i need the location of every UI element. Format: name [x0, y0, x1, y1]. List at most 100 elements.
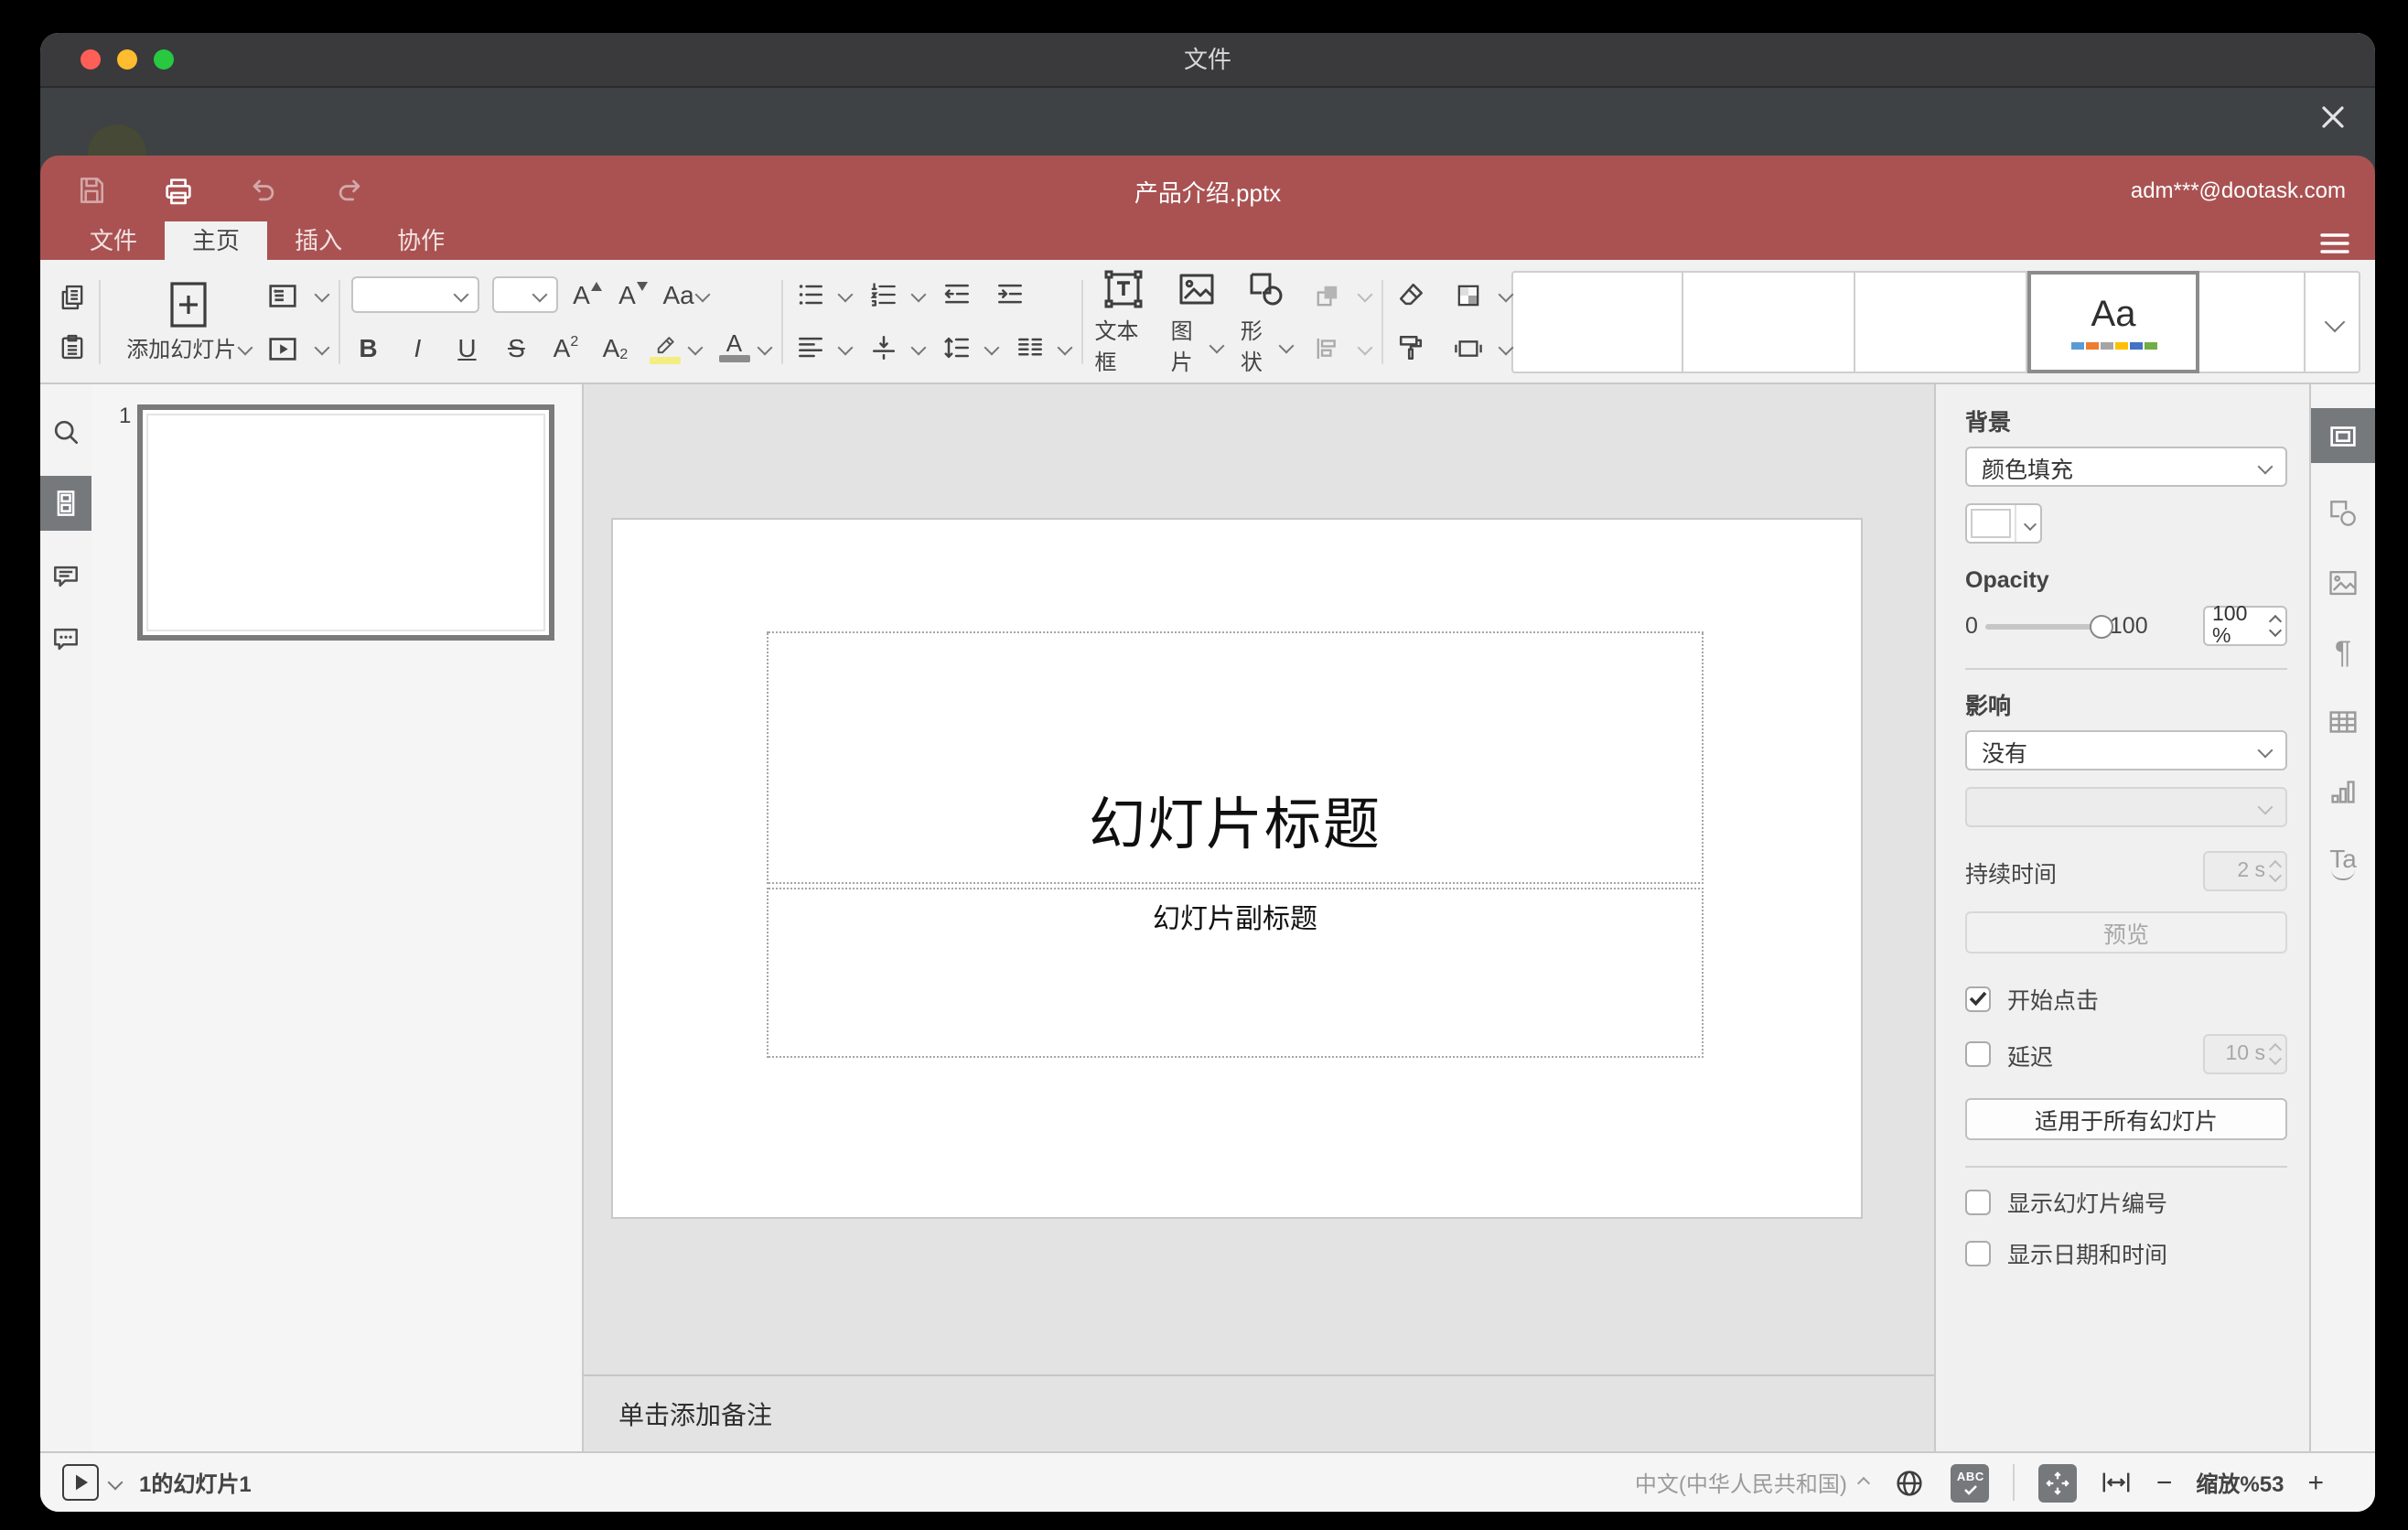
chevron-down-icon[interactable]: [1357, 339, 1373, 356]
duration-spinner[interactable]: 2 s: [2203, 851, 2287, 891]
chevron-down-icon[interactable]: [1357, 286, 1373, 303]
comments-button[interactable]: [49, 560, 82, 593]
align-shape-button[interactable]: [1310, 328, 1343, 368]
slide-settings-button[interactable]: [2311, 408, 2375, 463]
search-button[interactable]: [49, 415, 82, 448]
copy-style-button[interactable]: [1394, 328, 1427, 368]
start-on-click-checkbox[interactable]: [1965, 986, 1991, 1011]
show-datetime-checkbox[interactable]: [1965, 1240, 1991, 1266]
decrease-indent-button[interactable]: [941, 275, 973, 315]
slide[interactable]: 幻灯片标题 幻灯片副标题: [611, 518, 1863, 1219]
add-slide-button[interactable]: 添加幻灯片: [112, 279, 265, 363]
chat-button[interactable]: [49, 622, 82, 655]
set-language-button[interactable]: [1893, 1465, 1928, 1500]
change-case-button[interactable]: Aa: [662, 275, 712, 315]
underline-button[interactable]: U: [450, 328, 483, 368]
theme-item[interactable]: [1683, 270, 1855, 372]
columns-button[interactable]: [1014, 328, 1047, 368]
delay-spinner[interactable]: 10 s: [2203, 1034, 2287, 1074]
start-preview-button[interactable]: [62, 1464, 99, 1501]
fit-slide-button[interactable]: [2038, 1463, 2078, 1502]
clear-style-button[interactable]: [1394, 275, 1427, 315]
shape-settings-button[interactable]: [2326, 492, 2360, 533]
effect-type-select[interactable]: [1965, 787, 2287, 827]
numbered-list-button[interactable]: [867, 275, 900, 315]
chevron-down-icon[interactable]: [757, 339, 773, 356]
increase-indent-button[interactable]: [994, 275, 1027, 315]
chevron-down-icon[interactable]: [314, 339, 330, 356]
bullet-list-button[interactable]: [794, 275, 827, 315]
redo-button[interactable]: [331, 172, 368, 209]
insert-shape-button[interactable]: 形状: [1241, 266, 1295, 376]
font-name-select[interactable]: [351, 276, 480, 313]
theme-item[interactable]: [1855, 270, 2027, 372]
fill-color-picker[interactable]: [1965, 503, 2042, 544]
opacity-spinner[interactable]: 100 %: [2203, 604, 2287, 648]
font-size-select[interactable]: [492, 276, 559, 313]
effect-select[interactable]: 没有: [1965, 730, 2287, 770]
notes-area[interactable]: 单击添加备注: [584, 1374, 1934, 1451]
chevron-down-icon[interactable]: [837, 339, 854, 356]
tab-collaboration[interactable]: 协作: [370, 221, 472, 260]
paste-button[interactable]: [55, 326, 88, 366]
horizontal-align-button[interactable]: [794, 328, 827, 368]
theme-item-selected[interactable]: Aa: [2027, 270, 2199, 372]
language-select[interactable]: 中文(中华人民共和国): [1635, 1467, 1871, 1498]
spellcheck-button[interactable]: ABC: [1951, 1463, 1990, 1502]
chevron-down-icon[interactable]: [314, 286, 330, 303]
chevron-down-icon[interactable]: [1057, 339, 1073, 356]
chevron-down-icon[interactable]: [687, 339, 704, 356]
image-settings-button[interactable]: [2326, 562, 2360, 602]
copy-button[interactable]: [55, 276, 88, 317]
chart-settings-button[interactable]: [2326, 770, 2360, 811]
chevron-down-icon[interactable]: [107, 1474, 124, 1491]
italic-button[interactable]: I: [401, 328, 434, 368]
insert-image-button[interactable]: 图片: [1171, 266, 1225, 376]
chevron-down-icon[interactable]: [910, 339, 927, 356]
superscript-button[interactable]: A2: [549, 328, 582, 368]
save-button[interactable]: [73, 172, 110, 209]
paragraph-settings-button[interactable]: ¶: [2335, 631, 2351, 672]
theme-item[interactable]: [1511, 270, 1683, 372]
slide-layout-button[interactable]: [265, 275, 300, 315]
spinner-arrows-icon[interactable]: [2268, 614, 2283, 638]
hamburger-menu-button[interactable]: [2320, 232, 2349, 254]
line-spacing-button[interactable]: [941, 328, 973, 368]
vertical-align-button[interactable]: [867, 328, 900, 368]
chevron-down-icon[interactable]: [910, 286, 927, 303]
textart-settings-button[interactable]: Ta: [2329, 840, 2357, 880]
table-settings-button[interactable]: [2326, 701, 2360, 741]
tab-insert[interactable]: 插入: [267, 221, 370, 260]
arrange-shape-button[interactable]: [1310, 275, 1343, 315]
color-scheme-button[interactable]: [1451, 275, 1484, 315]
fill-type-select[interactable]: 颜色填充: [1965, 447, 2287, 487]
opacity-slider-knob[interactable]: [2089, 614, 2113, 638]
highlight-color-button[interactable]: [648, 328, 681, 368]
bold-button[interactable]: B: [351, 328, 384, 368]
tab-file[interactable]: 文件: [62, 221, 165, 260]
insert-textbox-button[interactable]: 文本框: [1094, 266, 1152, 376]
apply-to-all-button[interactable]: 适用于所有幻灯片: [1965, 1098, 2287, 1140]
print-button[interactable]: [159, 172, 196, 209]
undo-button[interactable]: [245, 172, 282, 209]
decrease-font-button[interactable]: A: [617, 275, 650, 315]
delay-checkbox[interactable]: [1965, 1041, 1991, 1067]
slides-panel-button[interactable]: [40, 476, 91, 531]
tab-home[interactable]: 主页: [165, 221, 268, 260]
zoom-in-button[interactable]: +: [2307, 1469, 2324, 1496]
slide-canvas[interactable]: 幻灯片标题 幻灯片副标题: [584, 384, 1934, 1374]
show-slide-number-checkbox[interactable]: [1965, 1189, 1991, 1214]
title-placeholder[interactable]: 幻灯片标题: [767, 631, 1704, 884]
start-slideshow-button[interactable]: [265, 328, 300, 368]
slide-size-button[interactable]: [1451, 328, 1484, 368]
strikeout-button[interactable]: S: [500, 328, 532, 368]
close-button[interactable]: [2313, 97, 2353, 137]
preview-button[interactable]: 预览: [1965, 911, 2287, 954]
fit-width-button[interactable]: [2102, 1470, 2133, 1495]
chevron-down-icon[interactable]: [984, 339, 1000, 356]
slide-thumbnail[interactable]: [137, 404, 554, 641]
fill-color-dropdown[interactable]: [2015, 505, 2040, 542]
subtitle-placeholder[interactable]: 幻灯片副标题: [767, 888, 1704, 1058]
theme-item[interactable]: [2199, 270, 2306, 372]
opacity-slider[interactable]: [1984, 614, 2113, 638]
